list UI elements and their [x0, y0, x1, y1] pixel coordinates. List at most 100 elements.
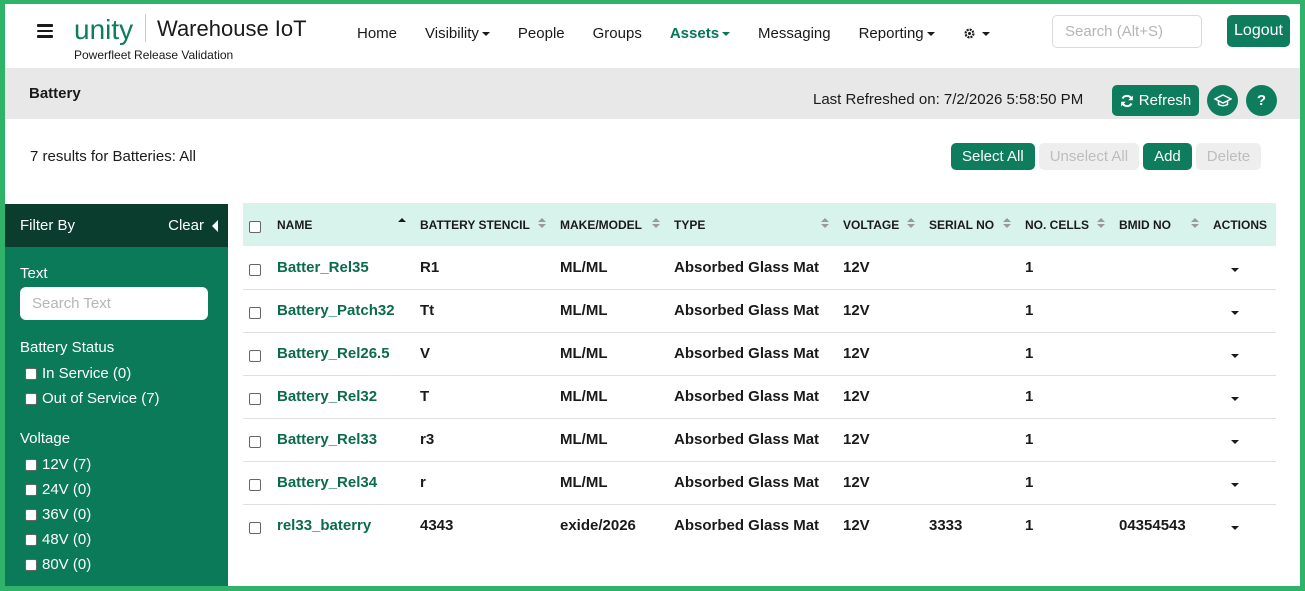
global-search-input[interactable]: [1052, 15, 1202, 48]
cell-serial-no: 3333: [929, 517, 963, 535]
filter-option-label: 48V (0): [42, 531, 92, 548]
cell-actions: [1207, 375, 1276, 418]
filter-checkbox[interactable]: [25, 483, 37, 496]
hamburger-menu-icon[interactable]: [37, 24, 53, 38]
sort-ascending-icon[interactable]: [398, 218, 406, 230]
select-all-checkbox[interactable]: [249, 220, 261, 233]
column-header-label: NO. CELLS: [1025, 217, 1090, 232]
battery-name-link[interactable]: Battery_Rel33: [271, 418, 414, 461]
cell-no-cells: 1: [1025, 302, 1034, 319]
cell-make-model: ML/ML: [560, 258, 608, 276]
row-checkbox[interactable]: [249, 350, 261, 363]
row-actions-dropdown-icon[interactable]: [1231, 397, 1239, 401]
row-checkbox[interactable]: [249, 263, 261, 276]
column-header-voltage[interactable]: VOLTAGE: [837, 203, 923, 246]
filter-option-48v-0[interactable]: 48V (0): [20, 527, 213, 552]
filter-checkbox[interactable]: [25, 508, 37, 521]
row-actions-dropdown-icon[interactable]: [1231, 267, 1239, 272]
table-row: Battery_Patch32 Tt ML/ML Absorbed Glass Mat…: [243, 289, 1276, 332]
nav-home[interactable]: Home: [343, 25, 411, 42]
sort-icon[interactable]: [1097, 218, 1105, 230]
learn-button[interactable]: [1207, 85, 1238, 116]
filter-option-24v-0[interactable]: 24V (0): [20, 477, 213, 502]
clear-filters-button[interactable]: Clear: [168, 217, 218, 234]
cell-type: Absorbed Glass Mat: [674, 517, 820, 535]
nav-messaging[interactable]: Messaging: [744, 25, 845, 42]
row-checkbox[interactable]: [249, 393, 261, 406]
cell-voltage: 12V: [843, 302, 870, 319]
nav-reporting[interactable]: Reporting: [845, 25, 949, 42]
add-button[interactable]: Add: [1143, 143, 1192, 170]
column-header-battery-stencil[interactable]: BATTERY STENCIL: [414, 203, 554, 246]
cell-serial-no: [923, 418, 1019, 461]
cell-serial-no: [923, 332, 1019, 375]
filter-option-out-of-service-7[interactable]: Out of Service (7): [20, 386, 213, 411]
sort-icon[interactable]: [1003, 218, 1011, 230]
cell-serial-no: [923, 375, 1019, 418]
battery-name-link[interactable]: Batter_Rel35: [271, 246, 414, 289]
battery-name-link[interactable]: Battery_Rel32: [271, 375, 414, 418]
refresh-button[interactable]: Refresh: [1112, 85, 1199, 116]
row-actions-dropdown-icon[interactable]: [1231, 483, 1239, 487]
column-header-actions: ACTIONS: [1207, 203, 1276, 246]
text-filter-input[interactable]: [20, 287, 208, 320]
logout-button[interactable]: Logout: [1227, 15, 1290, 47]
row-actions-dropdown-icon[interactable]: [1231, 440, 1239, 444]
cell-serial-no: [923, 289, 1019, 332]
nav-visibility[interactable]: Visibility: [411, 25, 504, 42]
filter-checkbox[interactable]: [25, 458, 37, 471]
column-header-serial-no[interactable]: SERIAL NO: [923, 203, 1019, 246]
filter-option-80v-0[interactable]: 80V (0): [20, 552, 213, 577]
filter-option-36v-0[interactable]: 36V (0): [20, 502, 213, 527]
nav-label: Reporting: [858, 24, 924, 42]
table-body: Batter_Rel35 R1 ML/ML Absorbed Glass Mat 12V…: [243, 246, 1276, 547]
sort-icon[interactable]: [821, 218, 829, 230]
filter-option-label: In Service (0): [42, 365, 132, 382]
cell-make-model: ML/ML: [560, 388, 608, 405]
settings-menu[interactable]: [949, 27, 1004, 40]
row-checkbox[interactable]: [249, 479, 261, 492]
row-actions-dropdown-icon[interactable]: [1231, 311, 1239, 315]
row-actions-dropdown-icon[interactable]: [1231, 526, 1239, 531]
nav-assets[interactable]: Assets: [656, 25, 744, 42]
nav-groups[interactable]: Groups: [579, 25, 656, 42]
delete-button: Delete: [1195, 143, 1262, 170]
refresh-icon: [1120, 94, 1133, 107]
sort-icon[interactable]: [1191, 218, 1199, 230]
battery-name-link[interactable]: Battery_Rel34: [271, 461, 414, 504]
filter-option-label: 80V (0): [42, 556, 92, 573]
nav-people[interactable]: People: [504, 25, 579, 42]
table-row: rel33_baterry 4343 exide/2026 Absorbed Glas…: [243, 504, 1276, 547]
battery-name-link[interactable]: Battery_Patch32: [271, 289, 414, 332]
battery-name-link[interactable]: rel33_baterry: [271, 504, 414, 547]
filter-checkbox[interactable]: [25, 558, 37, 571]
row-actions-dropdown-icon[interactable]: [1231, 354, 1239, 358]
column-header-no-cells[interactable]: NO. CELLS: [1019, 203, 1113, 246]
filter-checkbox[interactable]: [25, 533, 37, 546]
text-filter-label: Text: [20, 265, 48, 282]
battery-name-link[interactable]: Battery_Rel26.5: [271, 332, 414, 375]
row-checkbox[interactable]: [249, 436, 261, 449]
filter-option-in-service-0[interactable]: In Service (0): [20, 361, 213, 386]
column-header-name[interactable]: NAME: [271, 203, 414, 246]
row-checkbox[interactable]: [249, 307, 261, 320]
sort-icon[interactable]: [538, 218, 546, 230]
column-header-make-model[interactable]: MAKE/MODEL: [554, 203, 668, 246]
sort-icon[interactable]: [652, 218, 660, 230]
help-button[interactable]: ?: [1246, 85, 1277, 116]
column-header-bmid-no[interactable]: BMID NO: [1113, 203, 1207, 246]
voltage-filter-label: Voltage: [20, 430, 71, 447]
unity-logo: unity: [74, 14, 133, 45]
cell-voltage: 12V: [843, 258, 870, 276]
filter-option-label: Out of Service (7): [42, 390, 160, 407]
filter-option-12v-7[interactable]: 12V (7): [20, 452, 213, 477]
filter-checkbox[interactable]: [25, 367, 37, 380]
collapse-chevron-icon[interactable]: [212, 219, 218, 232]
battery-status-filter-label: Battery Status: [20, 339, 115, 356]
column-header-label: BATTERY STENCIL: [420, 217, 530, 232]
column-header-type[interactable]: TYPE: [668, 203, 837, 246]
select-all-button[interactable]: Select All: [951, 143, 1035, 170]
row-checkbox[interactable]: [249, 522, 261, 535]
filter-checkbox[interactable]: [25, 392, 37, 405]
sort-icon[interactable]: [907, 218, 915, 230]
